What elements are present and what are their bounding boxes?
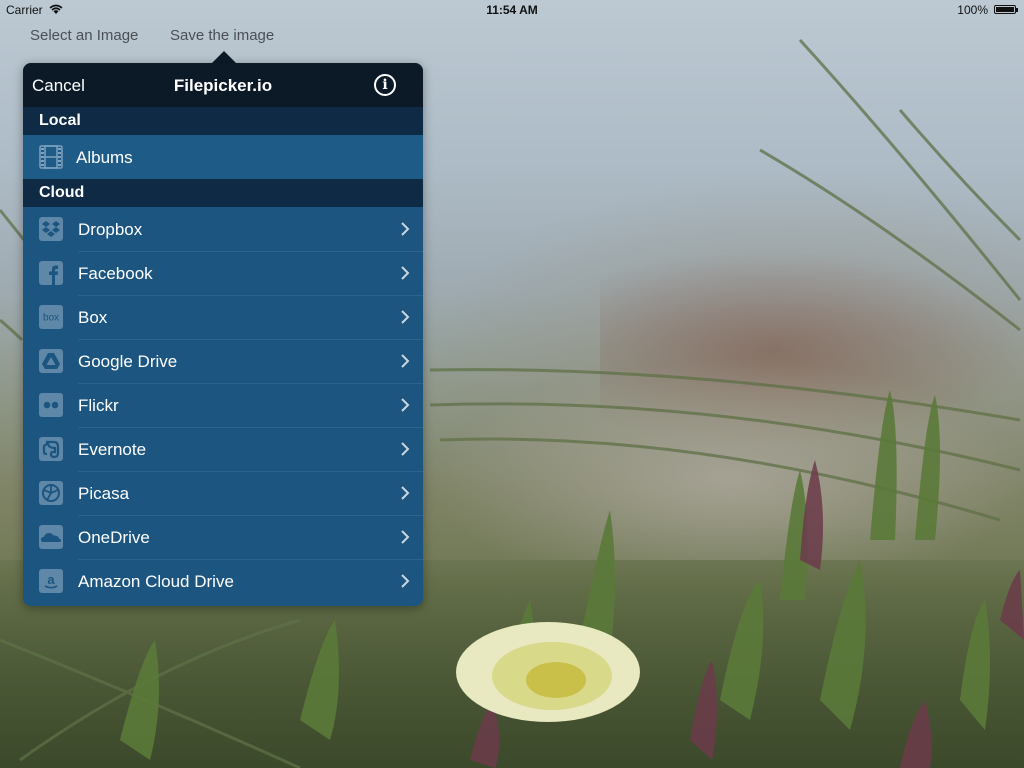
chevron-right-icon	[401, 310, 410, 324]
chevron-right-icon	[401, 266, 410, 280]
chevron-right-icon	[401, 486, 410, 500]
facebook-icon	[39, 261, 63, 285]
list-item-albums[interactable]: Albums	[23, 135, 423, 179]
section-header-cloud: Cloud	[23, 179, 423, 207]
list-item-google-drive[interactable]: Google Drive	[23, 339, 423, 383]
list-item-label: Flickr	[78, 396, 119, 415]
battery-percent: 100%	[957, 3, 988, 17]
filepicker-popover: Cancel Filepicker.io i Local Albums Clou…	[23, 63, 423, 606]
select-image-button[interactable]: Select an Image	[30, 27, 138, 44]
list-item-label: Picasa	[78, 484, 130, 503]
save-image-button[interactable]: Save the image	[170, 27, 274, 44]
chevron-right-icon	[401, 222, 410, 236]
chevron-right-icon	[401, 442, 410, 456]
chevron-right-icon	[401, 398, 410, 412]
section-header-local: Local	[23, 107, 423, 135]
svg-text:a: a	[47, 572, 55, 587]
list-item-onedrive[interactable]: OneDrive	[23, 515, 423, 559]
flickr-icon	[39, 393, 63, 417]
info-icon[interactable]: i	[374, 74, 396, 96]
list-item-label: Facebook	[78, 264, 153, 283]
list-item-label: Amazon Cloud Drive	[78, 572, 234, 591]
list-item-label: Evernote	[78, 440, 147, 459]
status-bar: Carrier 11:54 AM 100%	[0, 0, 1024, 20]
list-item-label: Google Drive	[78, 352, 178, 371]
box-icon: box	[39, 305, 63, 329]
popover-title: Filepicker.io	[173, 76, 273, 95]
evernote-icon	[39, 437, 63, 461]
clock: 11:54 AM	[486, 3, 538, 17]
list-item-label: Dropbox	[78, 220, 143, 239]
list-item-label: Box	[78, 308, 108, 327]
list-item-facebook[interactable]: Facebook	[23, 251, 423, 295]
list-item-amazon-cloud-drive[interactable]: a Amazon Cloud Drive	[23, 559, 423, 603]
film-icon	[39, 145, 63, 169]
dropbox-icon	[39, 217, 63, 241]
chevron-right-icon	[401, 574, 410, 588]
popover-navbar: Cancel Filepicker.io i	[23, 63, 423, 107]
list-item-picasa[interactable]: Picasa	[23, 471, 423, 515]
list-item-evernote[interactable]: Evernote	[23, 427, 423, 471]
svg-text:box: box	[43, 313, 59, 324]
list-item-label: Albums	[76, 148, 133, 167]
chevron-right-icon	[401, 530, 410, 544]
onedrive-icon	[39, 525, 63, 549]
picasa-icon	[39, 481, 63, 505]
google-drive-icon	[39, 349, 63, 373]
list-item-dropbox[interactable]: Dropbox	[23, 207, 423, 251]
list-item-label: OneDrive	[78, 528, 150, 547]
list-item-box[interactable]: box Box	[23, 295, 423, 339]
battery-icon	[994, 5, 1018, 14]
amazon-icon: a	[39, 569, 63, 593]
list-item-flickr[interactable]: Flickr	[23, 383, 423, 427]
chevron-right-icon	[401, 354, 410, 368]
